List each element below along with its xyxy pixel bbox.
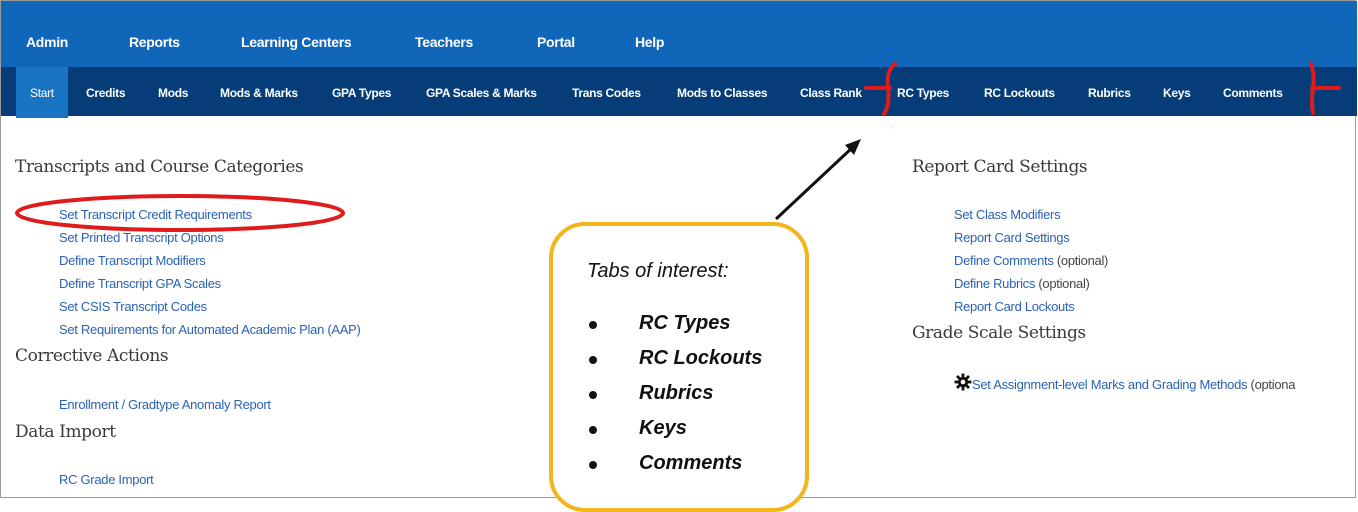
pointer-arrow [774, 139, 861, 221]
red-bracket-right [1309, 62, 1341, 115]
highlight-ellipse [15, 194, 345, 232]
annotation-overlay [15, 62, 1341, 232]
red-bracket-left [864, 62, 897, 116]
